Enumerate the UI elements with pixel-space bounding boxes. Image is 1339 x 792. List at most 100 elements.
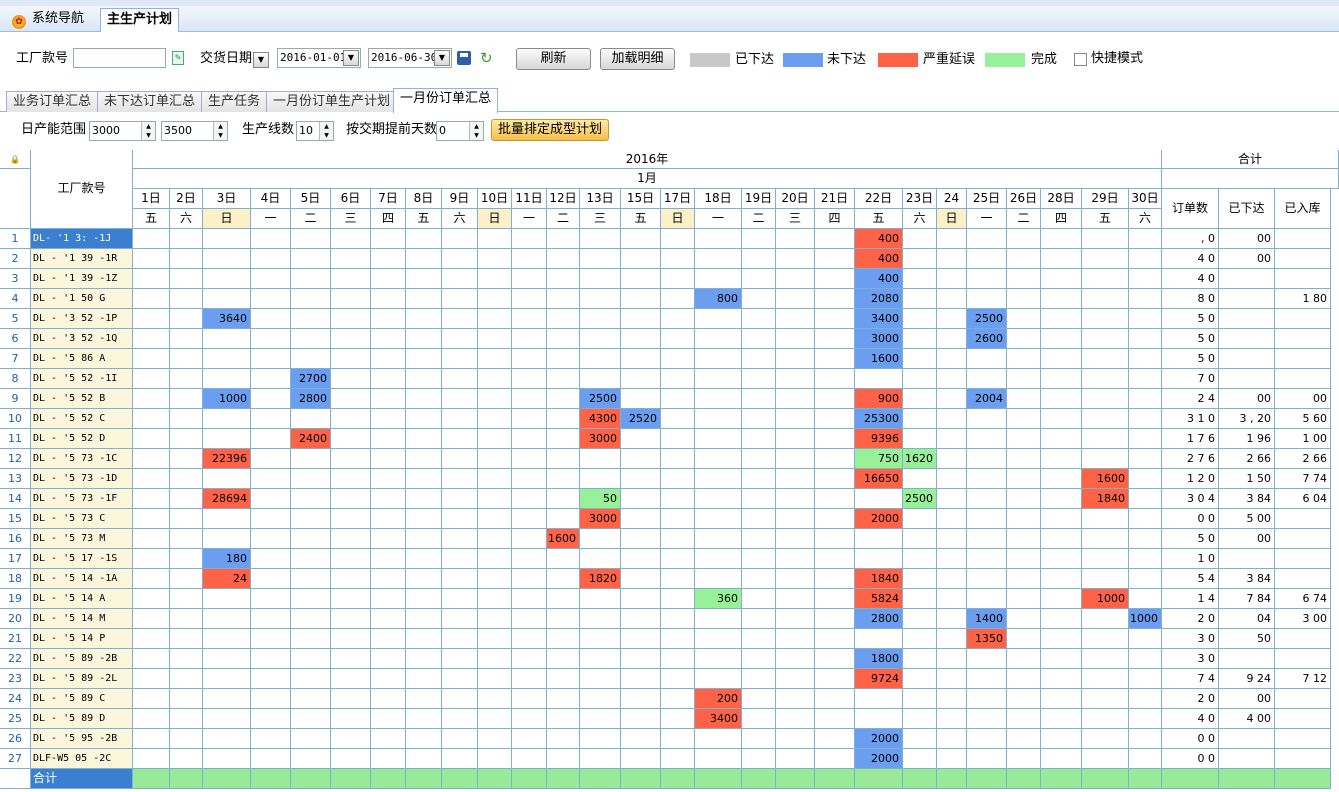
tab-jan-production-plan[interactable]: 一月份订单生产计划: [266, 91, 398, 112]
plan-cell: [1082, 749, 1129, 769]
spinner-arrows-icon[interactable]: ▲ ▼: [469, 122, 483, 140]
plan-cell: [580, 449, 621, 469]
lines-spinner[interactable]: 10 ▲ ▼: [296, 121, 334, 141]
save-icon[interactable]: [457, 51, 471, 65]
advance-spinner[interactable]: 0 ▲ ▼: [436, 121, 484, 141]
tab-master-production-plan[interactable]: 主生产计划: [100, 8, 180, 32]
plan-cell: [203, 269, 251, 289]
plan-cell: [371, 229, 406, 249]
plan-cell: [371, 309, 406, 329]
batch-schedule-button[interactable]: 批量排定成型计划: [491, 119, 609, 141]
plan-cell: [547, 329, 580, 349]
spinner-arrows-icon[interactable]: ▲ ▼: [319, 122, 333, 140]
plan-cell: [903, 249, 937, 269]
total-cell: [1275, 529, 1331, 549]
row-number: 21: [0, 629, 31, 649]
plan-cell: [170, 709, 203, 729]
plan-cell: [371, 329, 406, 349]
total-cell: 1 7 6: [1162, 429, 1219, 449]
plan-cell: [1129, 309, 1162, 329]
tab-jan-order-summary[interactable]: 一月份订单汇总: [393, 88, 499, 113]
plan-cell: [661, 489, 695, 509]
quick-mode-checkbox[interactable]: [1074, 53, 1087, 66]
total-cell: 7 12: [1275, 669, 1331, 689]
plan-cell: [478, 269, 512, 289]
plan-cell: [251, 269, 291, 289]
plan-cell: [442, 629, 478, 649]
plan-cell: [661, 389, 695, 409]
date-to-dropdown[interactable]: ▼: [434, 50, 450, 66]
plan-cell: [695, 549, 742, 569]
plan-cell: [512, 289, 547, 309]
plan-cell: [967, 749, 1007, 769]
refresh-button[interactable]: 刷新: [516, 48, 591, 70]
plan-cell: [1007, 369, 1041, 389]
date-mode-dropdown[interactable]: ▼: [253, 52, 269, 68]
plan-cell: [371, 389, 406, 409]
factory-input[interactable]: [73, 48, 166, 68]
plan-cell: 1600: [547, 529, 580, 549]
plan-cell: [371, 529, 406, 549]
spinner-arrows-icon[interactable]: ▲ ▼: [213, 122, 227, 140]
month-header: 1月: [133, 169, 1162, 189]
plan-cell: [1007, 509, 1041, 529]
plan-cell: [512, 369, 547, 389]
plan-cell: [621, 489, 661, 509]
plan-cell: [1129, 709, 1162, 729]
plan-cell: [742, 389, 776, 409]
plan-cell: [406, 229, 442, 249]
plan-cell: [1129, 589, 1162, 609]
tab-unreleased-summary[interactable]: 未下达订单汇总: [97, 91, 203, 112]
plan-cell: [371, 369, 406, 389]
plan-cell: [547, 749, 580, 769]
plan-cell: [815, 689, 855, 709]
plan-cell: [621, 309, 661, 329]
plan-cell: [203, 409, 251, 429]
plan-cell: [203, 529, 251, 549]
plan-cell: [776, 689, 815, 709]
plan-cell: [547, 369, 580, 389]
plan-cell: [547, 549, 580, 569]
clear-icon[interactable]: ✎: [172, 51, 184, 65]
plan-cell: [203, 649, 251, 669]
tab-order-summary[interactable]: 业务订单汇总: [6, 91, 99, 112]
total-cell: 3 0 4: [1162, 489, 1219, 509]
plan-cell: [742, 649, 776, 669]
total-cell: 1 50: [1219, 469, 1275, 489]
plan-cell: [478, 609, 512, 629]
load-detail-button[interactable]: 加载明细: [600, 48, 675, 70]
plan-cell: [251, 569, 291, 589]
total-cell: 5 00: [1219, 509, 1275, 529]
weekday-header: 四: [1041, 209, 1082, 229]
refresh-icon[interactable]: ↻: [480, 49, 493, 67]
plan-cell: [251, 549, 291, 569]
plan-cell: [406, 609, 442, 629]
plan-cell: [815, 429, 855, 449]
tab-system-nav[interactable]: ✿ 系统导航: [6, 8, 90, 32]
spinner-arrows-icon[interactable]: ▲ ▼: [141, 122, 155, 140]
plan-cell: [815, 609, 855, 629]
plan-cell: [1041, 469, 1082, 489]
plan-cell: [133, 629, 170, 649]
capacity-min-spinner[interactable]: 3000 ▲ ▼: [89, 121, 156, 141]
plan-cell: [371, 449, 406, 469]
plan-cell: [291, 689, 331, 709]
plan-cell: [937, 709, 967, 729]
plan-cell: [1041, 229, 1082, 249]
plan-cell: [1041, 369, 1082, 389]
plan-cell: [170, 329, 203, 349]
plan-cell: [371, 609, 406, 629]
date-from-dropdown[interactable]: ▼: [343, 50, 359, 66]
plan-cell: [695, 509, 742, 529]
plan-cell: [742, 589, 776, 609]
plan-cell: [1007, 529, 1041, 549]
tab-production-task[interactable]: 生产任务: [201, 91, 268, 112]
plan-cell: 400: [855, 249, 903, 269]
plan-cell: [1007, 649, 1041, 669]
plan-cell: [815, 409, 855, 429]
total-cell: 1 4: [1162, 589, 1219, 609]
total-cell: 2 66: [1275, 449, 1331, 469]
plan-cell: 1800: [855, 649, 903, 669]
plan-cell: [1041, 389, 1082, 409]
capacity-max-spinner[interactable]: 3500 ▲ ▼: [161, 121, 228, 141]
